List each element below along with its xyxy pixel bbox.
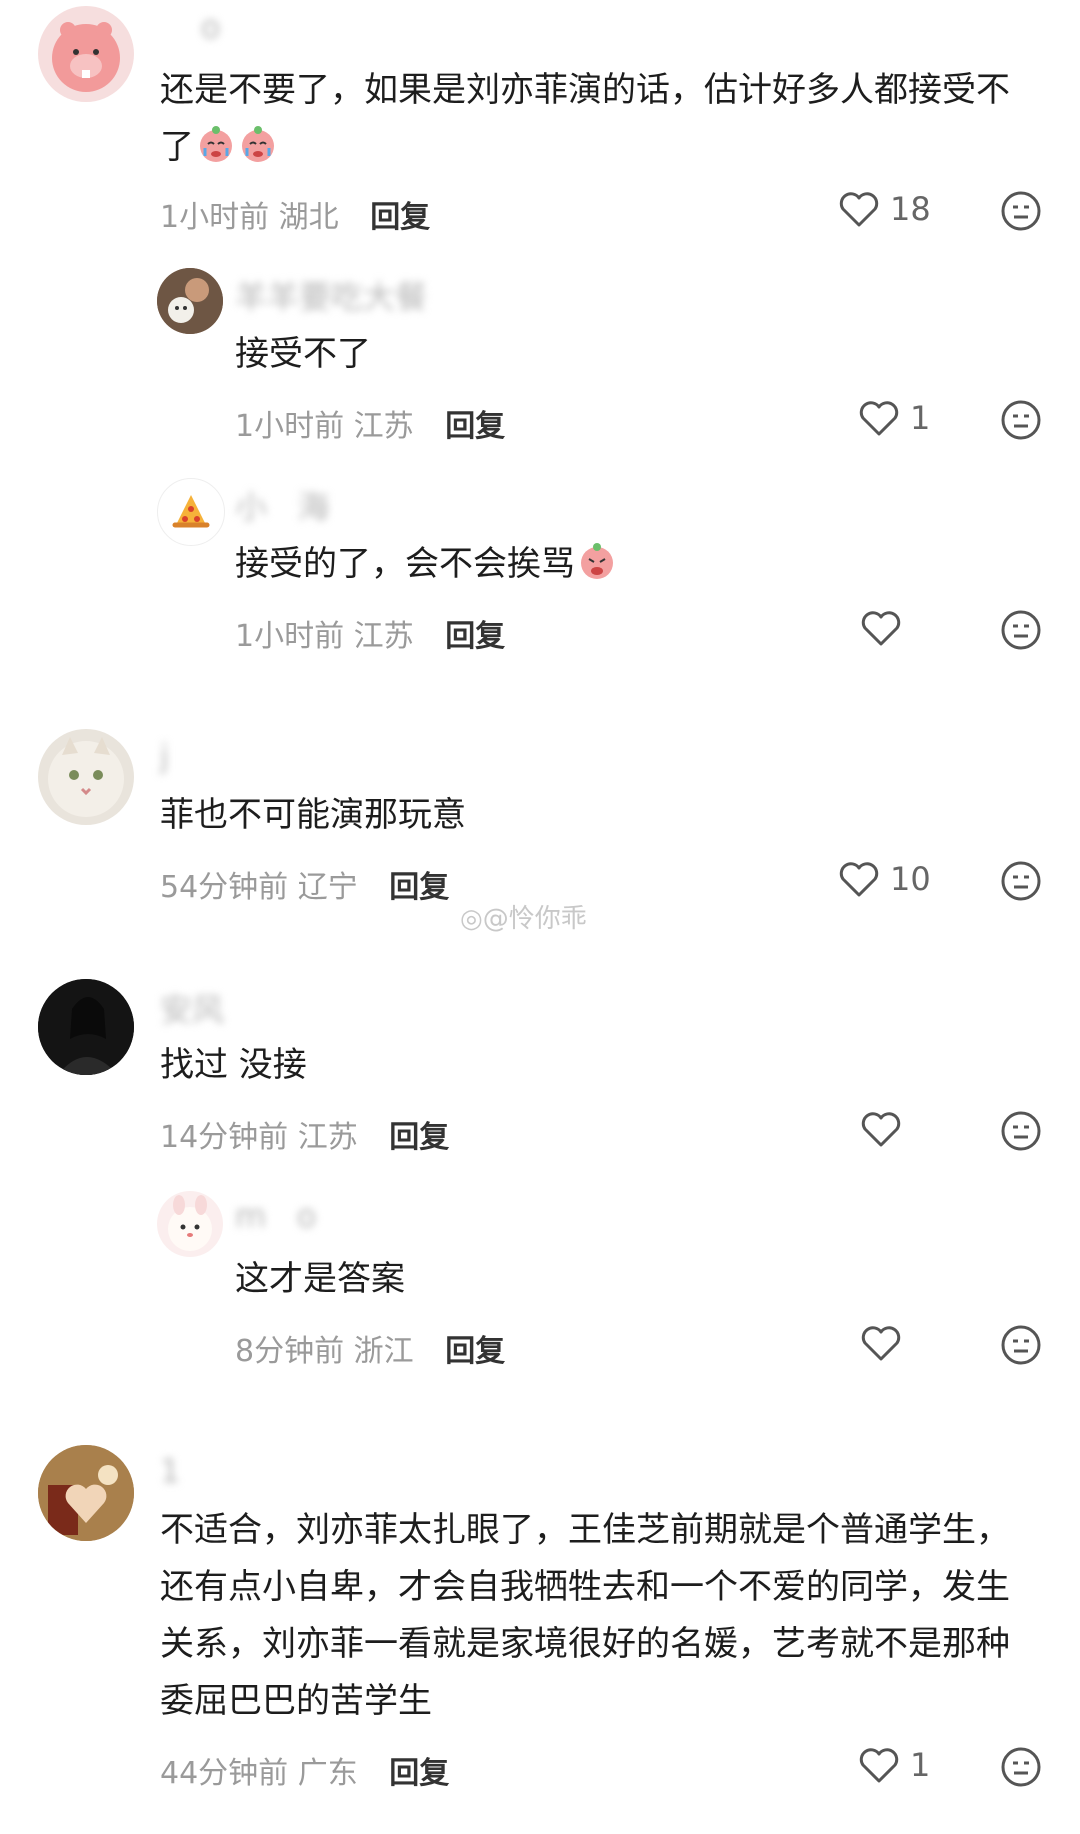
location: 江苏 (353, 619, 414, 654)
reaction-face-icon[interactable] (1000, 860, 1042, 902)
reply-button[interactable]: 回复 (445, 1334, 505, 1369)
woman-portrait-avatar[interactable] (38, 979, 134, 1075)
reply-button[interactable]: 回复 (370, 200, 430, 235)
reaction-face-icon[interactable] (1000, 399, 1042, 441)
comment-meta: 1小时前 江苏 回复 (235, 401, 505, 445)
like-count: 18 (890, 190, 931, 228)
location: 辽宁 (297, 870, 358, 905)
like-count: 10 (890, 860, 931, 898)
reaction-face-icon[interactable] (1000, 1324, 1042, 1366)
like-button[interactable]: 1 (858, 1746, 930, 1784)
comment-text: 不适合，刘亦菲太扎眼了，王佳芝前期就是个普通学生，还有点小自卑，才会自我牺牲去和… (160, 1510, 1010, 1721)
comment-meta: 14分钟前 江苏 回复 (160, 1112, 449, 1156)
timestamp: 8分钟前 (235, 1334, 345, 1369)
comment-meta: 1小时前 江苏 回复 (235, 611, 505, 655)
reply-comment: 羊羊要吃大餐 接受不了 1小时前 江苏 回复 1 (0, 260, 1080, 450)
reply-comment: m o 这才是答案 8分钟前 浙江 回复 (0, 1185, 1080, 1375)
comment: o 还是不要了，如果是刘亦菲演的话，估计好多人都接受不了 1小时前 湖北 回复 … (0, 0, 1080, 235)
like-count: 1 (910, 399, 931, 437)
username[interactable]: o (160, 8, 221, 46)
like-count: 1 (910, 1746, 931, 1784)
like-button[interactable]: 10 (838, 860, 931, 898)
comment-text: 接受的了，会不会挨骂 (235, 536, 1025, 593)
man-with-dog-avatar[interactable] (157, 268, 223, 334)
reply-button[interactable]: 回复 (389, 870, 449, 905)
location: 江苏 (297, 1120, 358, 1155)
comment-meta: 54分钟前 辽宁 回复 (160, 862, 449, 906)
reply-button[interactable]: 回复 (445, 619, 505, 654)
like-button[interactable] (860, 1110, 912, 1148)
location: 湖北 (278, 200, 339, 235)
reaction-face-icon[interactable] (1000, 190, 1042, 232)
comment: 安风 找过 没接 14分钟前 江苏 回复 (0, 975, 1080, 1165)
cartoon-bunny-avatar[interactable] (157, 1191, 223, 1257)
heart-icon (861, 611, 901, 646)
comment-meta: 44分钟前 广东 回复 (160, 1748, 449, 1792)
reply-button[interactable]: 回复 (445, 409, 505, 444)
username[interactable]: 安风 (160, 985, 224, 1031)
comment-text: 找过 没接 (160, 1045, 307, 1085)
comment-text: 还是不要了，如果是刘亦菲演的话，估计好多人都接受不了 (160, 70, 1010, 167)
location: 广东 (297, 1756, 358, 1791)
username[interactable]: 小 海 (235, 482, 330, 528)
reply-button[interactable]: 回复 (389, 1120, 449, 1155)
heart-icon (861, 1326, 901, 1361)
crying-emoji-icon (200, 126, 232, 162)
reaction-face-icon[interactable] (1000, 1110, 1042, 1152)
timestamp: 1小时前 (160, 200, 270, 235)
heart-hands-avatar[interactable] (38, 1445, 134, 1541)
comment-text: 菲也不可能演那玩意 (160, 795, 466, 835)
heart-icon (859, 401, 899, 436)
heart-icon (839, 862, 879, 897)
timestamp: 1小时前 (235, 409, 345, 444)
location: 江苏 (353, 409, 414, 444)
timestamp: 54分钟前 (160, 870, 289, 905)
comment-text: 接受不了 (235, 334, 371, 374)
comment-meta: 1小时前 湖北 回复 (160, 192, 430, 236)
watermark: ◎@怜你乖 (460, 904, 587, 934)
comment-text: 这才是答案 (235, 1259, 405, 1299)
comment: 1 不适合，刘亦菲太扎眼了，王佳芝前期就是个普通学生，还有点小自卑，才会自我牺牲… (0, 1440, 1080, 1834)
like-button[interactable]: 18 (838, 190, 931, 228)
reply-button[interactable]: 回复 (389, 1756, 449, 1791)
reply-comment: 小 海 接受的了，会不会挨骂 1小时前 江苏 回复 (0, 470, 1080, 660)
heart-icon (839, 192, 879, 227)
heart-icon (861, 1112, 901, 1147)
timestamp: 1小时前 (235, 619, 345, 654)
username[interactable]: 羊羊要吃大餐 (235, 272, 427, 318)
username[interactable]: m o (235, 1197, 316, 1235)
comment-meta: 8分钟前 浙江 回复 (235, 1326, 505, 1370)
reaction-face-icon[interactable] (1000, 1746, 1042, 1788)
upset-emoji-icon (581, 543, 613, 579)
heart-icon (859, 1748, 899, 1783)
weibo-logo-icon: ◎ (460, 904, 483, 934)
cat-avatar[interactable] (38, 729, 134, 825)
crying-emoji-icon (242, 126, 274, 162)
comment: j 菲也不可能演那玩意 54分钟前 辽宁 回复 10 (0, 725, 1080, 915)
like-button[interactable] (860, 1324, 912, 1362)
like-button[interactable] (860, 609, 912, 647)
like-button[interactable]: 1 (858, 399, 930, 437)
timestamp: 44分钟前 (160, 1756, 289, 1791)
location: 浙江 (353, 1334, 414, 1369)
reaction-face-icon[interactable] (1000, 609, 1042, 651)
pizza-avatar[interactable] (157, 478, 225, 546)
pink-beaver-avatar[interactable] (38, 6, 134, 102)
username[interactable]: 1 (160, 1452, 272, 1490)
username[interactable]: j (160, 737, 189, 775)
timestamp: 14分钟前 (160, 1120, 289, 1155)
